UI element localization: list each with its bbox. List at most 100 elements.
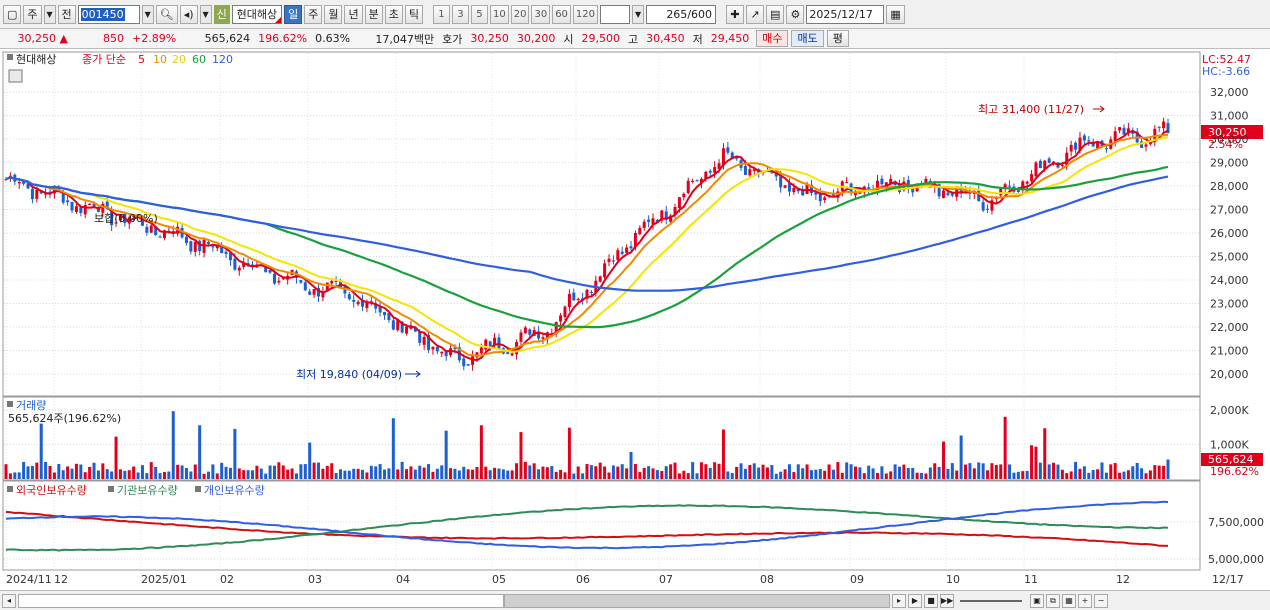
volume-bar <box>946 468 950 479</box>
scroll-thumb[interactable] <box>504 593 890 608</box>
code-dropdown-icon[interactable]: ▼ <box>141 4 154 24</box>
speaker-icon[interactable]: ◂) <box>179 4 198 24</box>
layout-icon[interactable]: ▣ <box>1030 593 1044 608</box>
save-icon[interactable]: ▤ <box>766 4 785 24</box>
volume-bar <box>114 436 118 479</box>
candle-body <box>299 280 303 283</box>
interval-dropdown-icon[interactable]: ▼ <box>632 4 645 24</box>
period-select[interactable]: 주 <box>23 4 42 24</box>
buy-button[interactable]: 매수 <box>756 30 789 47</box>
volume-bar <box>867 465 871 479</box>
volume-bar <box>625 468 629 479</box>
scroll-left-icon[interactable]: ◂ <box>2 593 16 608</box>
interval-30[interactable]: 30 <box>531 4 551 24</box>
volume-bar <box>140 465 144 479</box>
tab-second[interactable]: 초 <box>384 4 403 24</box>
candle-body <box>1038 160 1042 169</box>
price-tick-label: 26,000 <box>1210 227 1249 240</box>
interval-10[interactable]: 10 <box>489 4 509 24</box>
tab-year[interactable]: 년 <box>344 4 363 24</box>
gear-icon[interactable]: ⚙ <box>786 4 805 24</box>
chevron-down-icon[interactable]: ▼ <box>43 4 56 24</box>
candle-body <box>88 203 92 206</box>
volume-bar <box>572 473 576 479</box>
speaker-dropdown-icon[interactable]: ▼ <box>199 4 212 24</box>
tab-month[interactable]: 월 <box>324 4 343 24</box>
volume-bar <box>677 473 681 479</box>
legend-ma60: 60 <box>192 53 206 66</box>
zoom-out-icon[interactable]: − <box>1094 593 1108 608</box>
volume-bar <box>435 468 439 479</box>
volume-bar <box>1126 470 1130 479</box>
grid-icon[interactable]: ▦ <box>1062 593 1076 608</box>
candle-body <box>466 363 470 366</box>
scroll-track[interactable] <box>18 593 504 608</box>
price-chart[interactable]: 현대해상 종가 단순 5 10 20 60 120 LC:52.47 HC:-3… <box>0 50 1270 590</box>
x-tick-label: 08 <box>760 573 774 586</box>
volume-bar <box>383 469 387 479</box>
zoom-in-icon[interactable]: + <box>1078 593 1092 608</box>
candle-body <box>277 280 281 283</box>
volume-bar <box>1047 464 1051 479</box>
panel-toggle-icon[interactable] <box>8 69 23 83</box>
volume-bar <box>686 473 690 479</box>
volume-bar <box>501 469 505 479</box>
volume-bar <box>198 425 202 479</box>
sell-button[interactable]: 매도 <box>791 30 824 47</box>
low-annotation: 최저 19,840 (04/09) <box>296 368 402 381</box>
stock-name-field[interactable]: 현대해상 <box>231 4 283 24</box>
tab-day[interactable]: 일 <box>284 4 303 24</box>
stop-icon[interactable]: ■ <box>924 593 938 608</box>
interval-120[interactable]: 120 <box>572 4 599 24</box>
candle-body <box>625 247 629 253</box>
volume-bar <box>101 463 105 479</box>
tab-minute[interactable]: 분 <box>364 4 383 24</box>
date-input[interactable]: 2025/12/17 <box>806 4 885 24</box>
volume-bar <box>959 435 963 479</box>
volume-bar <box>26 466 30 479</box>
copy-icon[interactable]: ⧉ <box>1046 593 1060 608</box>
volume-bar <box>796 464 800 479</box>
scroll-right-icon[interactable]: ▸ <box>892 593 906 608</box>
candle-body <box>70 201 74 211</box>
stock-code-input[interactable]: 001450 <box>77 4 140 24</box>
volume-bar <box>330 463 334 479</box>
type-select[interactable]: 전 <box>57 4 76 24</box>
tab-week[interactable]: 주 <box>304 4 323 24</box>
volume-bar <box>977 462 981 479</box>
flat-button[interactable]: 평 <box>826 30 849 47</box>
volume-bar <box>1091 470 1095 479</box>
candle-body <box>1069 144 1073 152</box>
candle-body <box>189 241 193 252</box>
candle-body <box>352 299 356 302</box>
play-icon[interactable]: ▶ <box>908 593 922 608</box>
interval-5[interactable]: 5 <box>470 4 488 24</box>
bar-total: /600 <box>687 7 713 21</box>
volume-bar <box>721 429 725 479</box>
interval-60[interactable]: 60 <box>552 4 571 24</box>
window-icon[interactable]: ▢ <box>3 4 22 24</box>
volume-bar <box>180 465 184 479</box>
bar-count-field[interactable]: 265/600 <box>646 4 717 24</box>
volume-bar <box>136 472 140 479</box>
interval-20[interactable]: 20 <box>510 4 530 24</box>
tab-tick[interactable]: 틱 <box>404 4 423 24</box>
fast-forward-icon[interactable]: ▶▶ <box>940 593 954 608</box>
volume-bar <box>915 472 919 479</box>
interval-3[interactable]: 3 <box>451 4 469 24</box>
holder-tick-label: 5,000,000 <box>1208 553 1264 566</box>
x-tick-label: 05 <box>492 573 506 586</box>
calendar-icon[interactable]: ▦ <box>886 4 905 24</box>
zoom-slider[interactable] <box>960 599 1022 602</box>
volume-bar <box>96 470 100 479</box>
candle-body <box>576 299 580 301</box>
volume-bar <box>321 468 325 479</box>
volume-bar <box>488 470 492 479</box>
crosshair-icon[interactable]: ✚ <box>726 4 745 24</box>
interval-1[interactable]: 1 <box>432 4 450 24</box>
search-icon[interactable]: 🔍︎ <box>155 4 178 24</box>
draw-tool-icon[interactable]: ↗ <box>746 4 765 24</box>
volume-bar <box>669 464 673 479</box>
interval-custom-input[interactable] <box>600 4 631 24</box>
candle-body <box>783 185 787 188</box>
